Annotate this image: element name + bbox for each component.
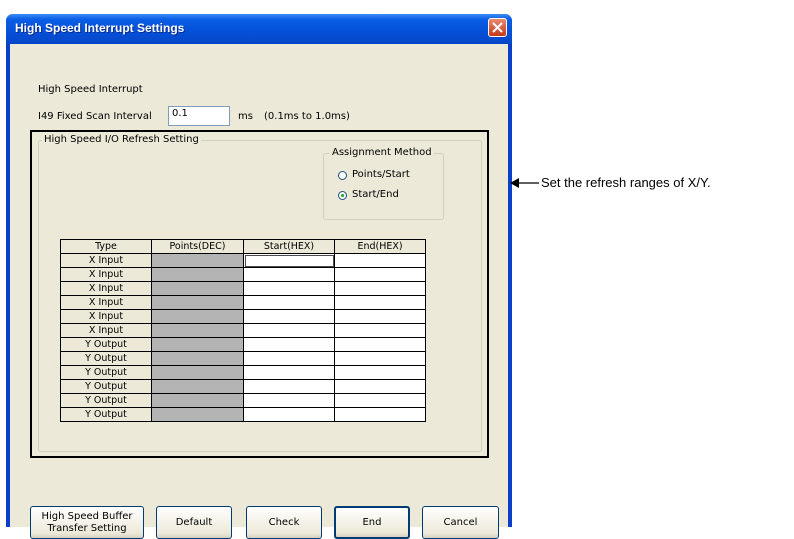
start-cell[interactable] (243, 281, 335, 296)
radio-start-end-button[interactable] (338, 191, 347, 200)
table-row: X Input (60, 267, 426, 282)
interval-unit: ms (238, 111, 253, 122)
points-cell (151, 281, 244, 296)
end-cell[interactable] (334, 295, 426, 310)
start-cell[interactable] (243, 393, 335, 408)
header-end: End(HEX) (334, 239, 426, 254)
start-cell[interactable] (243, 379, 335, 394)
table-row: X Input (60, 295, 426, 310)
points-cell (151, 253, 244, 268)
points-cell (151, 393, 244, 408)
table-row: Y Output (60, 337, 426, 352)
dialog-body: High Speed Interrupt I49 Fixed Scan Inte… (10, 44, 508, 539)
row-type: Y Output (60, 365, 152, 380)
end-cell[interactable] (334, 365, 426, 380)
default-button[interactable]: Default (156, 506, 232, 539)
dialog-window: High Speed Interrupt Settings High Speed… (6, 14, 512, 539)
row-type: Y Output (60, 379, 152, 394)
start-cell[interactable] (243, 407, 335, 422)
start-cell[interactable] (243, 267, 335, 282)
points-cell (151, 379, 244, 394)
interrupt-heading: High Speed Interrupt (38, 84, 143, 95)
end-cell[interactable] (334, 351, 426, 366)
close-button[interactable] (488, 18, 507, 37)
arrow-left-icon (510, 178, 539, 188)
io-refresh-group-title: High Speed I/O Refresh Setting (42, 134, 201, 145)
radio-points-start-button[interactable] (338, 171, 347, 180)
end-cell[interactable] (334, 393, 426, 408)
table-row: X Input (60, 253, 426, 268)
header-start: Start(HEX) (243, 239, 335, 254)
row-type: X Input (60, 253, 152, 268)
row-type: Y Output (60, 407, 152, 422)
table-header-row: Type Points(DEC) Start(HEX) End(HEX) (60, 239, 426, 254)
table-row: Y Output (60, 393, 426, 408)
table-row: X Input (60, 281, 426, 296)
points-cell (151, 295, 244, 310)
start-cell[interactable] (243, 323, 335, 338)
row-type: Y Output (60, 393, 152, 408)
table-row: X Input (60, 309, 426, 324)
interval-input[interactable]: 0.1 (168, 106, 230, 126)
close-icon (492, 22, 503, 33)
points-cell (151, 407, 244, 422)
start-cell[interactable] (243, 309, 335, 324)
points-cell (151, 267, 244, 282)
table-row: X Input (60, 323, 426, 338)
start-cell[interactable] (243, 365, 335, 380)
end-cell[interactable] (334, 309, 426, 324)
row-type: Y Output (60, 351, 152, 366)
io-refresh-table: Type Points(DEC) Start(HEX) End(HEX) X I… (60, 239, 426, 422)
window-title: High Speed Interrupt Settings (15, 21, 185, 35)
points-cell (151, 351, 244, 366)
points-cell (151, 365, 244, 380)
points-cell (151, 323, 244, 338)
row-type: X Input (60, 281, 152, 296)
row-type: Y Output (60, 337, 152, 352)
assignment-method-title: Assignment Method (330, 147, 434, 158)
end-cell[interactable] (334, 267, 426, 282)
row-type: X Input (60, 295, 152, 310)
end-button[interactable]: End (334, 506, 410, 539)
header-points: Points(DEC) (151, 239, 244, 254)
row-type: X Input (60, 323, 152, 338)
table-row: Y Output (60, 379, 426, 394)
title-bar[interactable]: High Speed Interrupt Settings (6, 14, 512, 44)
radio-start-end-label: Start/End (352, 189, 399, 200)
start-cell[interactable] (243, 253, 335, 268)
points-cell (151, 309, 244, 324)
start-cell[interactable] (243, 351, 335, 366)
annotation-text: Set the refresh ranges of X/Y. (541, 175, 711, 190)
table-row: Y Output (60, 365, 426, 380)
end-cell[interactable] (334, 281, 426, 296)
interval-range: (0.1ms to 1.0ms) (264, 111, 350, 122)
end-cell[interactable] (334, 407, 426, 422)
end-cell[interactable] (334, 323, 426, 338)
radio-points-start-label: Points/Start (352, 169, 410, 180)
points-cell (151, 337, 244, 352)
end-cell[interactable] (334, 337, 426, 352)
header-type: Type (60, 239, 152, 254)
table-row: Y Output (60, 351, 426, 366)
buffer-transfer-setting-button[interactable]: High Speed Buffer Transfer Setting (30, 506, 144, 539)
start-cell[interactable] (243, 337, 335, 352)
assignment-method-group: Assignment Method Points/Start Start/End (323, 147, 444, 220)
start-cell[interactable] (243, 295, 335, 310)
row-type: X Input (60, 267, 152, 282)
radio-selected-dot (341, 194, 344, 197)
end-cell[interactable] (334, 253, 426, 268)
table-row: Y Output (60, 407, 426, 422)
cancel-button[interactable]: Cancel (422, 506, 499, 539)
check-button[interactable]: Check (246, 506, 322, 539)
row-type: X Input (60, 309, 152, 324)
buffer-transfer-label-line1: High Speed Buffer (41, 510, 133, 522)
interval-label: I49 Fixed Scan Interval (38, 111, 152, 122)
end-cell[interactable] (334, 379, 426, 394)
